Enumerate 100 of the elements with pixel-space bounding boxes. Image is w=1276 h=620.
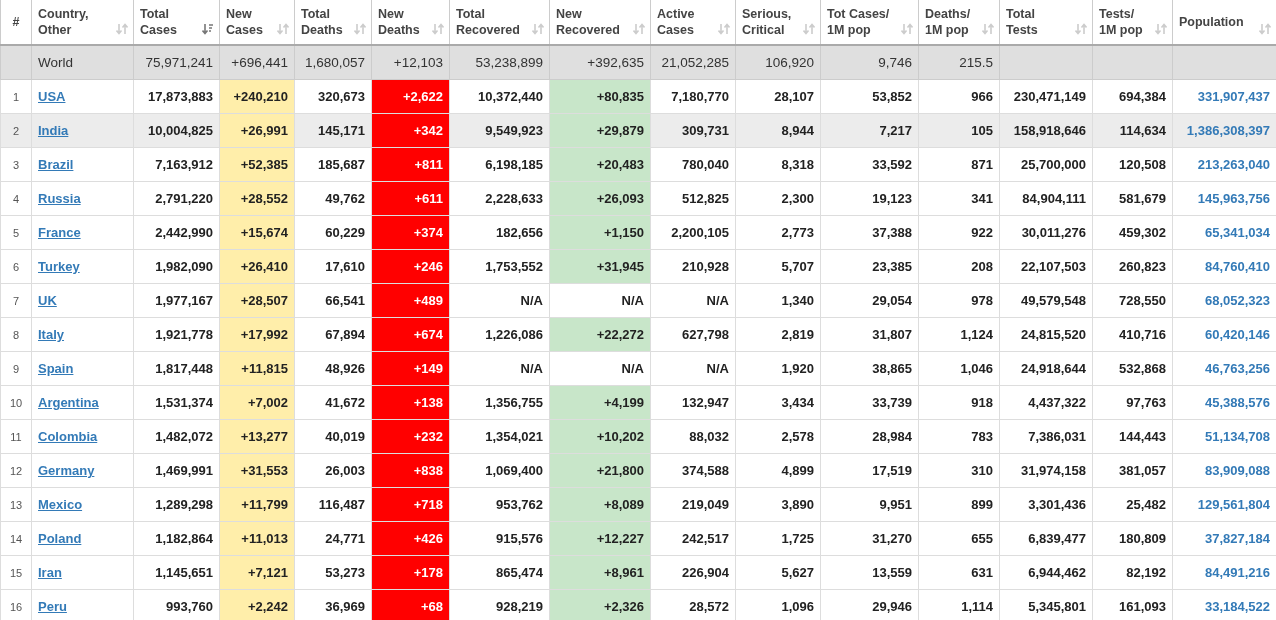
table-row[interactable]: 9 Spain 1,817,448 +11,815 48,926 +149 N/A N/A N/A 1,920 38,865 1,046 24,918,644 532,868 46,763,256 [0,351,1276,386]
country-link[interactable]: Mexico [38,497,83,512]
table-row[interactable]: 16 Peru 993,760 +2,242 36,969 +68 928,219 +2,326 28,572 1,096 29,946 1,114 5,345,801 161,093 33,184,522 [0,589,1276,620]
table-cell: 310 [918,453,1000,488]
table-cell: 6 [0,249,32,284]
table-cell: 144,443 [1092,419,1173,454]
table-cell: +28,507 [219,283,295,318]
sort-icon[interactable] [202,23,214,35]
table-cell: 215.5 [918,45,1000,80]
table-cell: 17,610 [294,249,372,284]
country-link[interactable]: UK [38,293,57,308]
table-cell: 532,868 [1092,351,1173,386]
table-cell: +31,945 [549,249,651,284]
table-row[interactable]: 7 UK 1,977,167 +28,507 66,541 +489 N/A N/A N/A 1,340 29,054 978 49,579,548 728,550 68,052,323 [0,283,1276,318]
table-row[interactable]: 13 Mexico 1,289,298 +11,799 116,487 +718 953,762 +8,089 219,049 3,890 9,951 899 3,301,436 25,482 129,561,804 [0,487,1276,522]
table-cell: 11 [0,419,32,454]
table-row[interactable]: 8 Italy 1,921,778 +17,992 67,894 +674 1,226,086 +22,272 627,798 2,819 31,807 1,124 24,815,520 410,716 60,420,146 [0,317,1276,352]
table-row[interactable]: 15 Iran 1,145,651 +7,121 53,273 +178 865,474 +8,961 226,904 5,627 13,559 631 6,944,462 82,192 84,491,216 [0,555,1276,590]
table-cell: 1,145,651 [133,555,220,590]
table-cell: 4 [0,181,32,216]
table-cell: 242,517 [650,521,736,556]
country-link[interactable]: Russia [38,191,81,206]
table-cell: +68 [371,589,450,620]
table-cell: 67,894 [294,317,372,352]
table-row[interactable]: 11 Colombia 1,482,072 +13,277 40,019 +232 1,354,021 +10,202 88,032 2,578 28,984 783 7,386,031 144,443 51,134,708 [0,419,1276,454]
table-cell: 116,487 [294,487,372,522]
table-cell: 26,003 [294,453,372,488]
table-cell: +10,202 [549,419,651,454]
table-cell: +17,992 [219,317,295,352]
table-cell: 341 [918,181,1000,216]
table-cell: 38,865 [820,351,919,386]
table-cell: 1,340 [735,283,821,318]
table-cell: 627,798 [650,317,736,352]
table-cell: +26,410 [219,249,295,284]
table-cell: 31,270 [820,521,919,556]
table-cell: 1,753,552 [449,249,550,284]
table-cell: 410,716 [1092,317,1173,352]
table-cell: +2,622 [371,79,450,114]
country-link[interactable]: India [38,123,69,138]
table-cell: 1,531,374 [133,385,220,420]
table-cell: 19,123 [820,181,919,216]
country-link[interactable]: Turkey [38,259,80,274]
table-cell: +7,121 [219,555,295,590]
table-cell: 48,926 [294,351,372,386]
table-cell: +178 [371,555,450,590]
table-cell: 208 [918,249,1000,284]
table-cell: 3,434 [735,385,821,420]
table-cell: 309,731 [650,113,736,148]
table-cell: +718 [371,487,450,522]
table-cell: 1,469,991 [133,453,220,488]
table-cell: 120,508 [1092,147,1173,182]
table-cell: 459,302 [1092,215,1173,250]
table-cell: 6,198,185 [449,147,550,182]
country-link[interactable]: USA [38,89,66,104]
table-cell: 922 [918,215,1000,250]
table-row[interactable]: 4 Russia 2,791,220 +28,552 49,762 +611 2,228,633 +26,093 512,825 2,300 19,123 341 84,904,111 581,679 145,963,756 [0,181,1276,216]
table-cell: +1,150 [549,215,651,250]
table-cell: +26,991 [219,113,295,148]
table-cell: +28,552 [219,181,295,216]
table-cell: 13,559 [820,555,919,590]
table-cell: +29,879 [549,113,651,148]
table-cell: N/A [650,283,736,318]
table-cell: 5,707 [735,249,821,284]
table-cell: +80,835 [549,79,651,114]
table-cell: 16 [0,589,32,620]
table-cell: 2,442,990 [133,215,220,250]
table-row[interactable]: 14 Poland 1,182,864 +11,013 24,771 +426 915,576 +12,227 242,517 1,725 31,270 655 6,839,477 180,809 37,827,184 [0,521,1276,556]
table-cell: 1,069,400 [449,453,550,488]
table-row[interactable]: 3 Brazil 7,163,912 +52,385 185,687 +811 6,198,185 +20,483 780,040 8,318 33,592 871 25,700,000 120,508 213,263,040 [0,147,1276,182]
country-link[interactable]: Brazil [38,157,74,172]
table-cell: +12,227 [549,521,651,556]
table-cell: 88,032 [650,419,736,454]
country-link[interactable]: Poland [38,531,82,546]
table-cell: +2,242 [219,589,295,620]
country-link[interactable]: Spain [38,361,74,376]
country-link[interactable]: Peru [38,599,67,614]
country-link[interactable]: France [38,225,81,240]
table-row[interactable]: 6 Turkey 1,982,090 +26,410 17,610 +246 1,753,552 +31,945 210,928 5,707 23,385 208 22,107,503 260,823 84,760,410 [0,249,1276,284]
table-row[interactable]: 5 France 2,442,990 +15,674 60,229 +374 182,656 +1,150 2,200,105 2,773 37,388 922 30,011,276 459,302 65,341,034 [0,215,1276,250]
table-cell: 25,482 [1092,487,1173,522]
table-row[interactable]: 12 Germany 1,469,991 +31,553 26,003 +838 1,069,400 +21,800 374,588 4,899 17,519 310 31,974,158 381,057 83,909,088 [0,453,1276,488]
table-row[interactable]: 10 Argentina 1,531,374 +7,002 41,672 +138 1,356,755 +4,199 132,947 3,434 33,739 918 4,437,322 97,763 45,388,576 [0,385,1276,420]
table-cell: 966 [918,79,1000,114]
table-row[interactable]: 1 USA 17,873,883 +240,210 320,673 +2,622 10,372,440 +80,835 7,180,770 28,107 53,852 966 230,471,149 694,384 331,907,437 [0,79,1276,114]
table-cell: 2,578 [735,419,821,454]
table-cell: 7 [0,283,32,318]
table-cell: 219,049 [650,487,736,522]
country-link[interactable]: Iran [38,565,62,580]
country-link[interactable]: Italy [38,327,64,342]
table-cell: 2,819 [735,317,821,352]
table-cell: 512,825 [650,181,736,216]
table-cell: 23,385 [820,249,919,284]
table-cell: 15 [0,555,32,590]
table-cell: 5 [0,215,32,250]
table-cell: 260,823 [1092,249,1173,284]
table-cell: +674 [371,317,450,352]
table-row[interactable]: 2 India 10,004,825 +26,991 145,171 +342 9,549,923 +29,879 309,731 8,944 7,217 105 158,918,646 114,634 1,386,308,397 [0,113,1276,148]
table-cell: 22,107,503 [999,249,1093,284]
table-cell: 899 [918,487,1000,522]
table-cell: 28,107 [735,79,821,114]
